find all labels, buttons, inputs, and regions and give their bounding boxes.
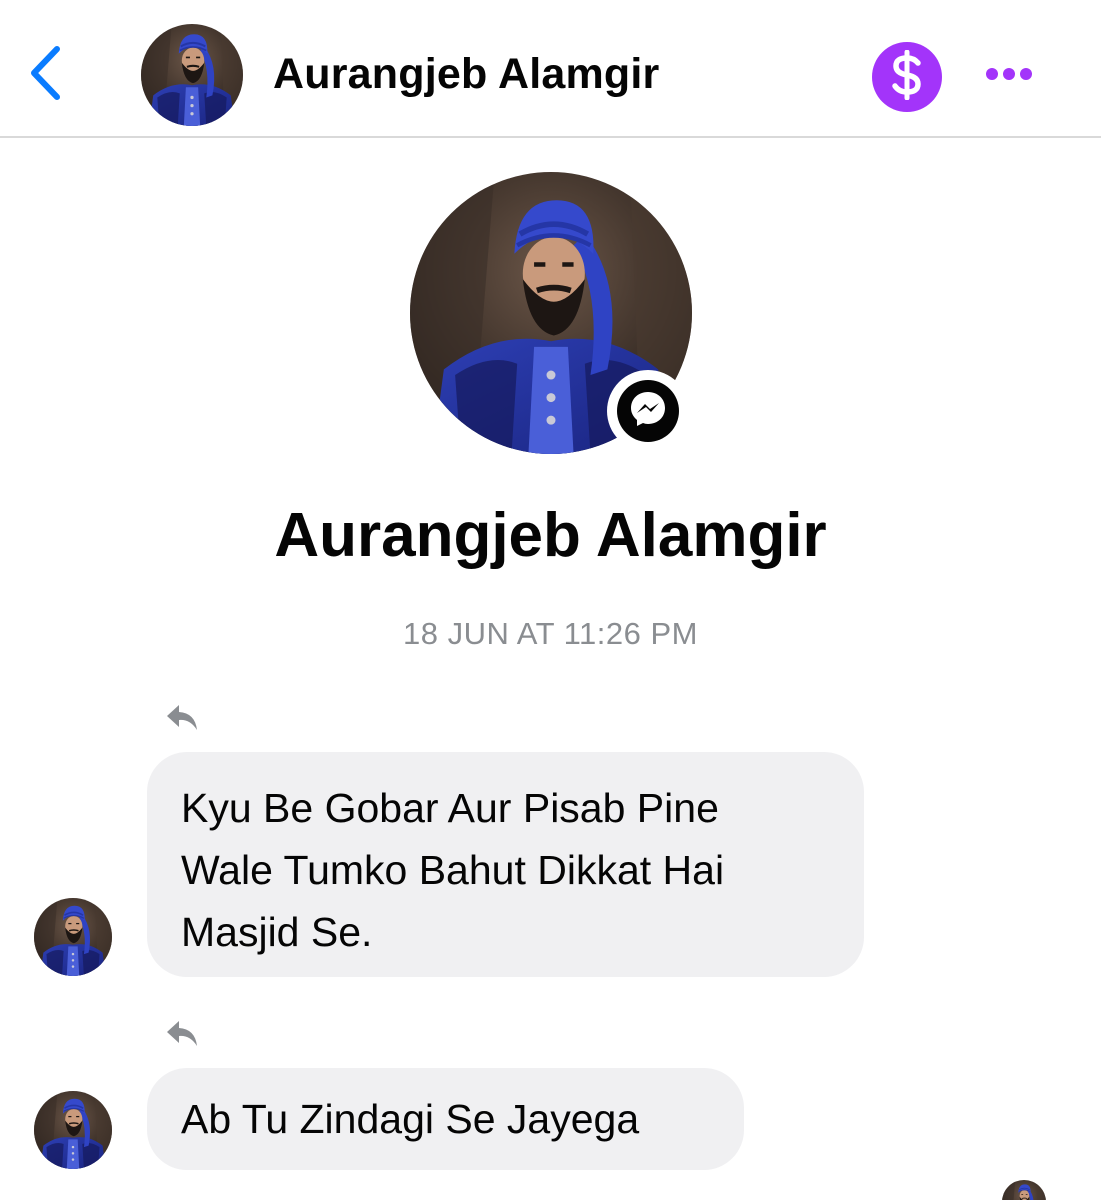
profile-name: Aurangjeb Alamgir — [274, 501, 827, 570]
dollar-sign-icon — [887, 49, 927, 105]
ellipsis-icon — [985, 67, 1033, 86]
message-bubble[interactable]: Ab Tu Zindagi Se Jayega — [147, 1068, 744, 1170]
message-line: Kyu Be Gobar Aur Pisab Pine — [181, 785, 719, 831]
seen-indicator-avatar — [1002, 1180, 1046, 1200]
chevron-left-icon — [27, 45, 63, 106]
message-timestamp: 18 JUN AT 11:26 PM — [402, 616, 699, 651]
message-line: Wale Tumko Bahut Dikkat Hai — [181, 847, 725, 893]
sender-avatar[interactable] — [34, 898, 112, 976]
messenger-icon — [626, 387, 670, 436]
reply-icon[interactable] — [164, 1018, 200, 1050]
contact-avatar[interactable] — [141, 24, 243, 126]
message-line: Ab Tu Zindagi Se Jayega — [181, 1096, 640, 1142]
message-bubble[interactable]: Kyu Be Gobar Aur Pisab Pine Wale Tumko B… — [147, 752, 864, 977]
message-line: Masjid Se. — [181, 909, 373, 955]
reply-icon[interactable] — [164, 702, 200, 734]
conversation-header: Aurangjeb Alamgir — [0, 0, 1101, 138]
back-button[interactable] — [20, 42, 70, 108]
contact-name[interactable]: Aurangjeb Alamgir — [273, 50, 659, 99]
more-options-button[interactable] — [978, 56, 1040, 96]
messenger-badge — [607, 370, 689, 452]
sender-avatar[interactable] — [34, 1091, 112, 1169]
payment-button[interactable] — [872, 42, 942, 112]
